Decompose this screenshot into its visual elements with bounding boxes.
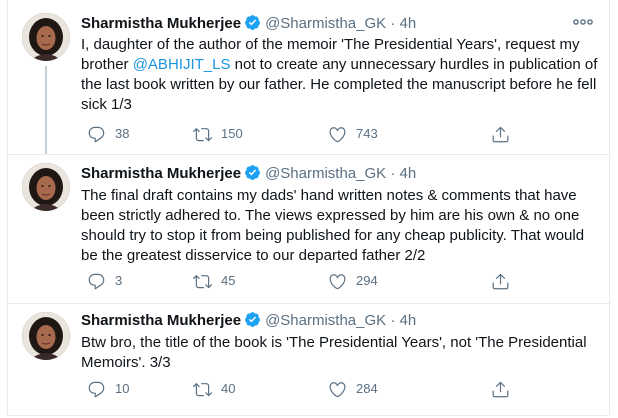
like-count: 294 bbox=[356, 273, 378, 288]
retweet-count: 150 bbox=[221, 126, 243, 141]
author-name[interactable]: Sharmistha Mukherjee bbox=[81, 312, 241, 329]
share-icon bbox=[492, 126, 509, 142]
avatar[interactable] bbox=[22, 312, 70, 360]
share-button[interactable] bbox=[491, 271, 519, 291]
retweet-button[interactable]: 150 bbox=[193, 124, 243, 144]
thread-connector bbox=[45, 66, 47, 154]
separator-dot: · bbox=[390, 312, 396, 329]
reply-button[interactable]: 10 bbox=[87, 379, 129, 399]
tweet-actions: 10 40 284 bbox=[81, 379, 541, 399]
retweet-icon bbox=[193, 274, 212, 288]
share-icon bbox=[492, 381, 509, 397]
retweet-button[interactable]: 45 bbox=[193, 271, 235, 291]
timestamp[interactable]: 4h bbox=[400, 312, 417, 329]
tweet-3[interactable]: Sharmistha Mukherjee @Sharmistha_GK · 4h … bbox=[8, 303, 611, 416]
author-name[interactable]: Sharmistha Mukherjee bbox=[81, 15, 241, 32]
avatar[interactable] bbox=[22, 13, 70, 61]
like-count: 284 bbox=[356, 381, 378, 396]
verified-badge-icon bbox=[244, 164, 261, 181]
reply-icon bbox=[88, 381, 105, 397]
retweet-button[interactable]: 40 bbox=[193, 379, 235, 399]
tweet-header: Sharmistha Mukherjee @Sharmistha_GK · 4h bbox=[81, 14, 593, 34]
reply-icon bbox=[88, 126, 105, 142]
like-button[interactable]: 743 bbox=[328, 124, 378, 144]
retweet-icon bbox=[193, 127, 212, 141]
retweet-icon bbox=[193, 382, 212, 396]
tweet-text: The final draft contains my dads' hand w… bbox=[81, 187, 585, 264]
reply-count: 38 bbox=[115, 126, 130, 141]
more-options-icon[interactable] bbox=[571, 14, 595, 34]
like-count: 743 bbox=[356, 126, 378, 141]
like-icon bbox=[329, 126, 346, 142]
tweet-1[interactable]: Sharmistha Mukherjee @Sharmistha_GK · 4h … bbox=[8, 0, 611, 154]
mention-link[interactable]: @ABHIJIT_LS bbox=[133, 56, 231, 73]
tweet-2[interactable]: Sharmistha Mukherjee @Sharmistha_GK · 4h … bbox=[8, 154, 611, 303]
tweet-thread: Sharmistha Mukherjee @Sharmistha_GK · 4h … bbox=[7, 0, 611, 416]
tweet-header: Sharmistha Mukherjee @Sharmistha_GK · 4h bbox=[81, 164, 591, 184]
share-icon bbox=[492, 273, 509, 289]
timestamp[interactable]: 4h bbox=[400, 15, 417, 32]
author-name[interactable]: Sharmistha Mukherjee bbox=[81, 165, 241, 182]
share-button[interactable] bbox=[491, 124, 519, 144]
like-button[interactable]: 284 bbox=[328, 379, 378, 399]
timestamp[interactable]: 4h bbox=[400, 165, 417, 182]
separator-dot: · bbox=[390, 15, 396, 32]
like-button[interactable]: 294 bbox=[328, 271, 378, 291]
tweet-actions: 38 150 743 bbox=[81, 124, 541, 144]
reply-count: 3 bbox=[115, 273, 123, 288]
author-handle[interactable]: @Sharmistha_GK bbox=[265, 312, 386, 329]
tweet-text: Btw bro, the title of the book is 'The P… bbox=[81, 334, 587, 371]
verified-badge-icon bbox=[244, 14, 261, 31]
avatar[interactable] bbox=[22, 163, 70, 211]
like-icon bbox=[329, 381, 346, 397]
tweet-text: I, daughter of the author of the memoir … bbox=[81, 35, 601, 115]
author-handle[interactable]: @Sharmistha_GK bbox=[265, 15, 386, 32]
reply-button[interactable]: 3 bbox=[87, 271, 122, 291]
reply-count: 10 bbox=[115, 381, 130, 396]
tweet-header: Sharmistha Mukherjee @Sharmistha_GK · 4h bbox=[81, 311, 591, 331]
retweet-count: 45 bbox=[221, 273, 236, 288]
share-button[interactable] bbox=[491, 379, 519, 399]
tweet-actions: 3 45 294 bbox=[81, 271, 541, 291]
separator-dot: · bbox=[390, 165, 396, 182]
reply-icon bbox=[88, 273, 105, 289]
verified-badge-icon bbox=[244, 311, 261, 328]
like-icon bbox=[329, 273, 346, 289]
retweet-count: 40 bbox=[221, 381, 236, 396]
author-handle[interactable]: @Sharmistha_GK bbox=[265, 165, 386, 182]
reply-button[interactable]: 38 bbox=[87, 124, 129, 144]
